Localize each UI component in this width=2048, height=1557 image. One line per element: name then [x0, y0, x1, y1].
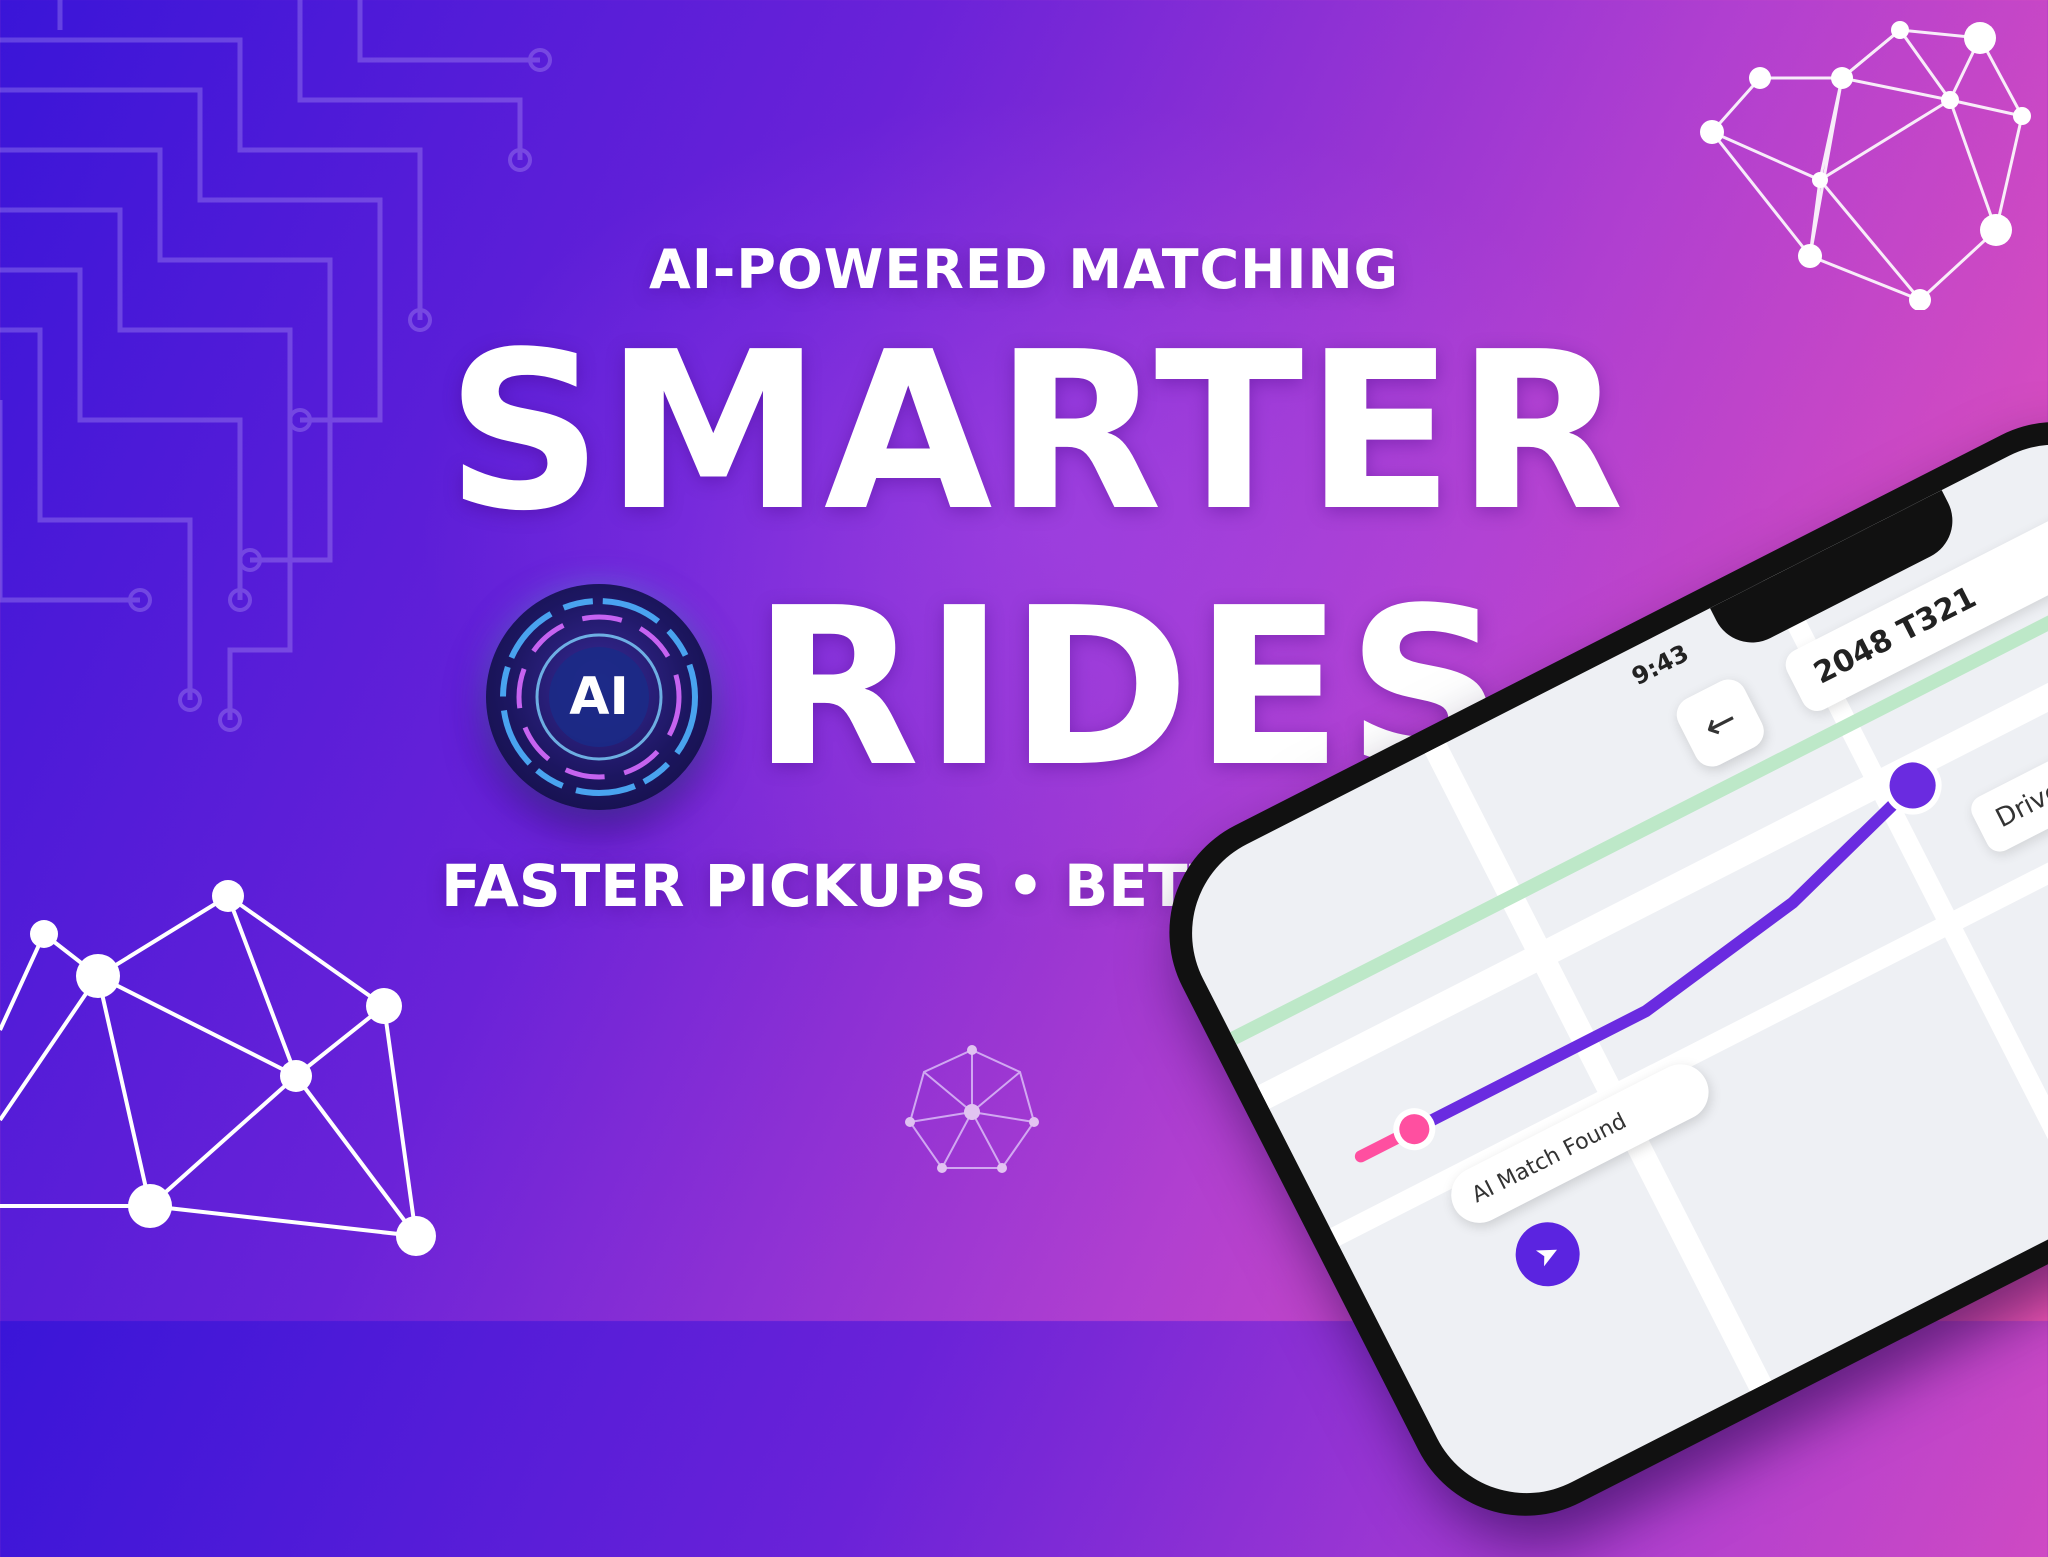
navigation-arrow-icon: ➤: [1529, 1233, 1566, 1274]
ai-badge-label: AI: [569, 667, 629, 727]
large-network-decoration: [0, 880, 436, 1256]
arrow-left-icon: ←: [1696, 696, 1745, 750]
eyebrow-heading: AI-POWERED MATCHING: [649, 238, 1399, 301]
pickup-pin-icon: [1393, 1108, 1436, 1151]
small-network-decoration: [905, 1045, 1039, 1173]
ai-badge-icon: AI: [486, 584, 712, 810]
hero-title-line1: SMARTER: [445, 306, 1627, 559]
